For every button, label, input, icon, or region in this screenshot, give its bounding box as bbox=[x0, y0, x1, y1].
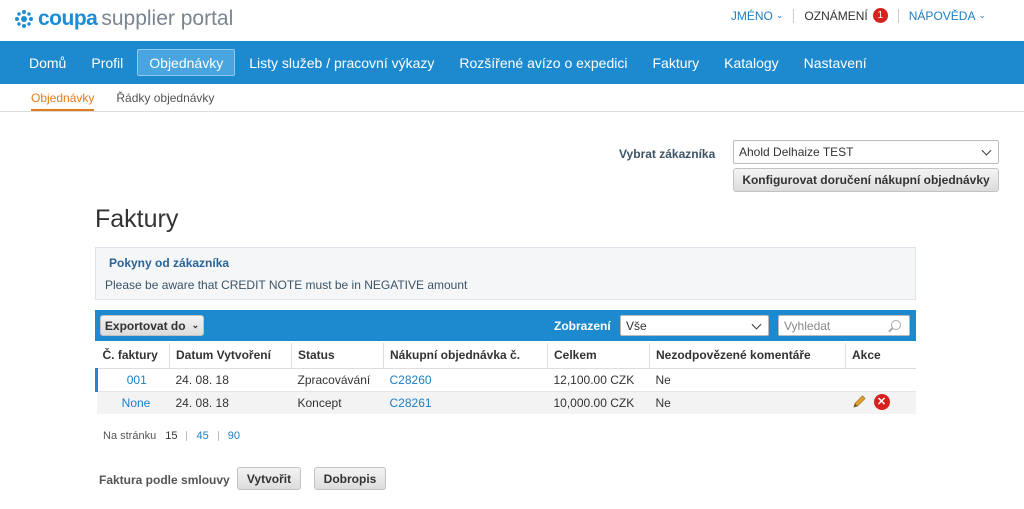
export-dropdown-button[interactable]: Exportovat do ⌄ bbox=[100, 315, 204, 336]
chevron-down-icon: ⌄ bbox=[775, 10, 784, 20]
nav-item-settings[interactable]: Nastavení bbox=[793, 49, 878, 76]
cell-total: 10,000.00 CZK bbox=[547, 391, 650, 414]
notifications-link[interactable]: OZNÁMENÍ 1 bbox=[794, 8, 897, 23]
main-nav: Domů Profil Objednávky Listy služeb / pr… bbox=[0, 41, 1024, 84]
chevron-down-icon: ⌄ bbox=[978, 10, 986, 20]
coupa-logo[interactable]: coupa supplier portal bbox=[14, 7, 233, 31]
customer-select-label: Vybrat zákazníka bbox=[619, 147, 716, 161]
divider bbox=[186, 431, 188, 441]
column-header[interactable]: Celkem bbox=[547, 343, 650, 369]
table-row: None 24. 08. 18 Koncept C28261 10,000.00… bbox=[96, 391, 916, 414]
help-menu[interactable]: NÁPOVĚDA ⌄ bbox=[899, 9, 996, 23]
user-name-menu[interactable]: JMÉNO ⌄ bbox=[721, 9, 794, 23]
coupa-logo-icon bbox=[15, 10, 33, 28]
view-label: Zobrazení bbox=[554, 319, 611, 333]
logo-brand-text: coupa bbox=[38, 7, 98, 30]
cell-total: 12,100.00 CZK bbox=[547, 368, 650, 392]
nav-item-profile[interactable]: Profil bbox=[80, 49, 134, 76]
column-header[interactable]: Nákupní objednávka č. bbox=[383, 343, 548, 369]
invoices-table: Č. faktury Datum Vytvoření Status Nákupn… bbox=[95, 343, 916, 414]
export-label: Exportovat do bbox=[104, 318, 186, 333]
notifications-badge: 1 bbox=[872, 8, 888, 23]
top-links: JMÉNO ⌄ OZNÁMENÍ 1 NÁPOVĚDA ⌄ bbox=[721, 8, 996, 23]
column-header[interactable]: Datum Vytvoření bbox=[169, 343, 292, 369]
create-invoice-button[interactable]: Vytvořit bbox=[237, 467, 301, 490]
po-number-link[interactable]: C28261 bbox=[383, 391, 548, 414]
per-page-option-45[interactable]: 45 bbox=[193, 430, 211, 442]
invoice-number-link[interactable]: None bbox=[96, 391, 170, 414]
cell-comments: Ne bbox=[649, 368, 846, 392]
cell-status: Zpracovávání bbox=[291, 368, 384, 392]
search-input[interactable]: Vyhledat bbox=[778, 315, 910, 336]
view-select[interactable]: Vše bbox=[620, 315, 769, 336]
subnav-item-orders[interactable]: Objednávky bbox=[31, 84, 95, 111]
cell-date: 24. 08. 18 bbox=[169, 368, 292, 392]
notice-text: Please be aware that CREDIT NOTE must be… bbox=[105, 278, 468, 292]
page-title: Faktury bbox=[95, 205, 179, 233]
per-page-option-90[interactable]: 90 bbox=[225, 430, 243, 442]
chevron-down-icon bbox=[751, 319, 762, 330]
cell-date: 24. 08. 18 bbox=[169, 391, 292, 414]
cell-actions bbox=[845, 368, 916, 392]
nav-item-orders[interactable]: Objednávky bbox=[137, 49, 236, 76]
top-header: coupa supplier portal JMÉNO ⌄ OZNÁMENÍ 1… bbox=[0, 0, 1024, 40]
delete-icon[interactable]: ✕ bbox=[873, 393, 890, 410]
help-label: NÁPOVĚDA bbox=[908, 8, 976, 23]
user-name-label: JMÉNO bbox=[730, 8, 773, 23]
notifications-label: OZNÁMENÍ bbox=[804, 8, 868, 23]
column-header[interactable]: Nezodpovězené komentáře bbox=[649, 343, 846, 369]
chevron-down-icon bbox=[981, 145, 992, 156]
credit-note-button[interactable]: Dobropis bbox=[314, 467, 386, 490]
sub-nav: Objednávky Řádky objednávky bbox=[0, 84, 1024, 112]
nav-item-invoices[interactable]: Faktury bbox=[641, 49, 710, 76]
logo-portal-text: supplier portal bbox=[101, 7, 234, 30]
per-page-selector: Na stránku 15 45 90 bbox=[103, 430, 243, 442]
customer-selected-value: Ahold Delhaize TEST bbox=[739, 145, 854, 159]
configure-po-delivery-button[interactable]: Konfigurovat doručení nákupní objednávky bbox=[733, 168, 999, 192]
table-row: 001 24. 08. 18 Zpracovávání C28260 12,10… bbox=[95, 368, 916, 392]
search-icon[interactable] bbox=[891, 320, 901, 330]
divider bbox=[217, 431, 219, 441]
customer-select[interactable]: Ahold Delhaize TEST bbox=[733, 140, 999, 164]
chevron-down-icon: ⌄ bbox=[191, 320, 200, 330]
search-placeholder: Vyhledat bbox=[784, 318, 831, 333]
table-header-row: Č. faktury Datum Vytvoření Status Nákupn… bbox=[96, 343, 916, 369]
invoice-number-link[interactable]: 001 bbox=[95, 368, 170, 392]
nav-item-home[interactable]: Domů bbox=[18, 49, 77, 76]
table-toolbar: Exportovat do ⌄ Zobrazení Vše Vyhledat bbox=[95, 310, 916, 341]
nav-item-catalogs[interactable]: Katalogy bbox=[713, 49, 789, 76]
nav-item-service-sheets[interactable]: Listy služeb / pracovní výkazy bbox=[238, 49, 445, 76]
per-page-label: Na stránku bbox=[103, 430, 157, 442]
customer-instructions-panel: Pokyny od zákazníka Please be aware that… bbox=[95, 247, 916, 300]
notice-heading: Pokyny od zákazníka bbox=[109, 256, 230, 270]
column-header: Akce bbox=[845, 343, 916, 369]
cell-comments: Ne bbox=[649, 391, 846, 414]
edit-pencil-icon[interactable] bbox=[852, 394, 867, 409]
po-number-link[interactable]: C28260 bbox=[383, 368, 548, 392]
column-header[interactable]: Č. faktury bbox=[96, 343, 170, 369]
nav-item-asn[interactable]: Rozšířené avízo o expedici bbox=[448, 49, 638, 76]
cell-actions: ✕ bbox=[845, 391, 916, 414]
per-page-option-15[interactable]: 15 bbox=[162, 430, 180, 442]
view-selected-value: Vše bbox=[626, 318, 647, 333]
contract-invoice-label: Faktura podle smlouvy bbox=[99, 473, 230, 487]
subnav-item-order-lines[interactable]: Řádky objednávky bbox=[116, 84, 214, 111]
column-header[interactable]: Status bbox=[291, 343, 384, 369]
cell-status: Koncept bbox=[291, 391, 384, 414]
